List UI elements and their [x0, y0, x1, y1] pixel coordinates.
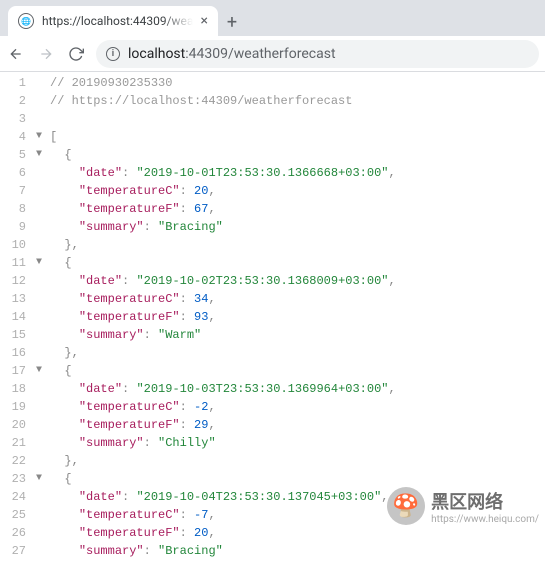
new-tab-button[interactable]: + [218, 8, 246, 36]
watermark-text: 黑区网络 [431, 492, 503, 513]
fold-gutter: ▼▼▼▼▼ [32, 72, 46, 562]
browser-tab[interactable]: 🌐 https://localhost:44309/weatherf × [8, 6, 218, 36]
url-text: localhost:44309/weatherforecast [128, 46, 336, 62]
line-number-gutter: 1234567891011121314151617181920212223242… [0, 72, 32, 562]
forward-button[interactable] [36, 44, 56, 64]
tabs-row: 🌐 https://localhost:44309/weatherf × + [0, 0, 545, 36]
browser-chrome: 🌐 https://localhost:44309/weatherf × + i… [0, 0, 545, 72]
mushroom-icon: 🍄 [387, 487, 425, 525]
toolbar: i localhost:44309/weatherforecast [0, 36, 545, 72]
address-bar[interactable]: i localhost:44309/weatherforecast [96, 40, 539, 68]
globe-icon: 🌐 [18, 13, 34, 29]
tab-title: https://localhost:44309/weatherf [42, 14, 193, 28]
code-area[interactable]: // 20190930235330// https://localhost:44… [46, 72, 396, 562]
watermark-sub: https://www.heiqu.com/ [431, 514, 539, 525]
reload-button[interactable] [66, 44, 86, 64]
back-button[interactable] [6, 44, 26, 64]
watermark: 🍄 黑区网络 https://www.heiqu.com/ [387, 487, 539, 525]
site-info-icon[interactable]: i [106, 47, 120, 61]
close-icon[interactable]: × [201, 13, 208, 29]
